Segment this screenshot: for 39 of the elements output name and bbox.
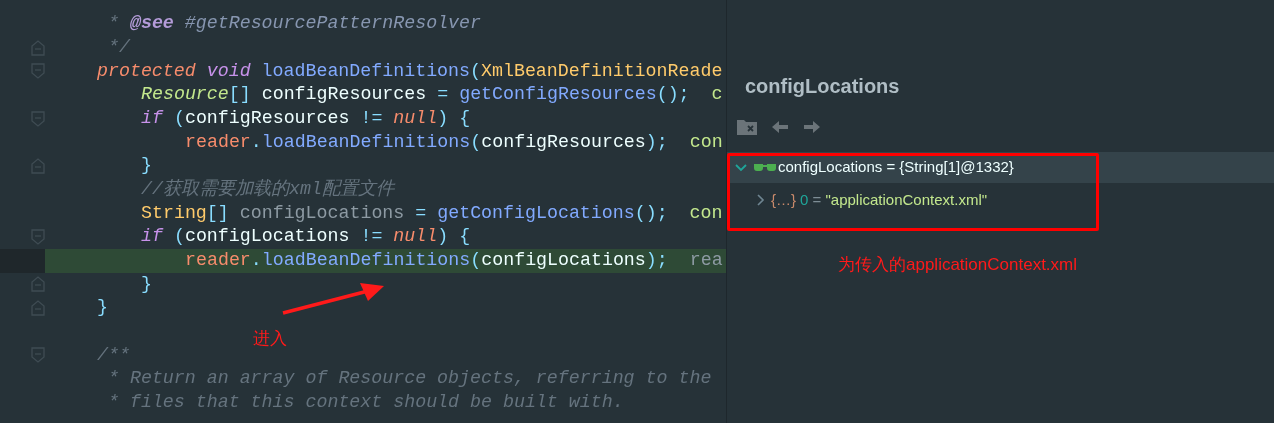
code-line: reader.loadBeanDefinitions(configResources); con: [185, 130, 723, 154]
code-line: if (configLocations != null) {: [141, 225, 471, 249]
code-comment: //获取需要加载的xml配置文件: [141, 177, 394, 201]
code-line: protected void loadBeanDefinitions(XmlBeanDefinitionReade: [97, 59, 723, 83]
code-line: }: [141, 154, 152, 178]
gutter-marker: [0, 248, 45, 273]
code-comment: * Return an array of Resource objects, referring to the: [108, 367, 712, 391]
code-comment: * files that this context should be built with.: [108, 391, 624, 415]
code-line: }: [97, 296, 108, 320]
back-arrow-icon[interactable]: [771, 120, 789, 134]
tree-row[interactable]: configLocations = {String[1]@1332}: [727, 152, 1274, 183]
annotation-text: 进入: [253, 328, 287, 350]
code-line: if (configResources != null) {: [141, 106, 471, 130]
fold-icon[interactable]: [31, 39, 45, 56]
chevron-down-icon[interactable]: [735, 163, 747, 172]
fold-icon[interactable]: [31, 157, 45, 174]
chevron-right-icon[interactable]: [757, 194, 765, 206]
folder-close-icon[interactable]: [737, 119, 757, 135]
fold-icon[interactable]: [31, 347, 45, 364]
code-line: reader.loadBeanDefinitions(configLocations); rea: [185, 249, 723, 272]
code-comment: /**: [97, 343, 130, 367]
fold-icon[interactable]: [31, 110, 45, 127]
variable-value: {…} 0 = "applicationContext.xml": [771, 189, 988, 210]
arrow-icon: [280, 282, 386, 316]
code-line: String[] configLocations = getConfigLocations(); con: [141, 201, 723, 225]
code-comment: */: [108, 35, 130, 59]
variable-value: configLocations = {String[1]@1332}: [778, 157, 1014, 178]
fold-icon[interactable]: [31, 229, 45, 246]
code-line: }: [141, 272, 152, 296]
code-line: Resource[] configResources = getConfigResources(); c: [141, 83, 723, 107]
fold-icon[interactable]: [31, 300, 45, 317]
fold-icon[interactable]: [31, 63, 45, 80]
code-line: * @see #getResourcePatternResolver: [108, 12, 482, 36]
glasses-icon: [754, 163, 776, 172]
annotation-text: 为传入的applicationContext.xml: [838, 254, 1078, 276]
popup-title: configLocations: [745, 74, 900, 99]
forward-arrow-icon[interactable]: [803, 120, 821, 134]
tree-row[interactable]: {…} 0 = "applicationContext.xml": [727, 183, 1274, 217]
fold-icon[interactable]: [31, 276, 45, 293]
